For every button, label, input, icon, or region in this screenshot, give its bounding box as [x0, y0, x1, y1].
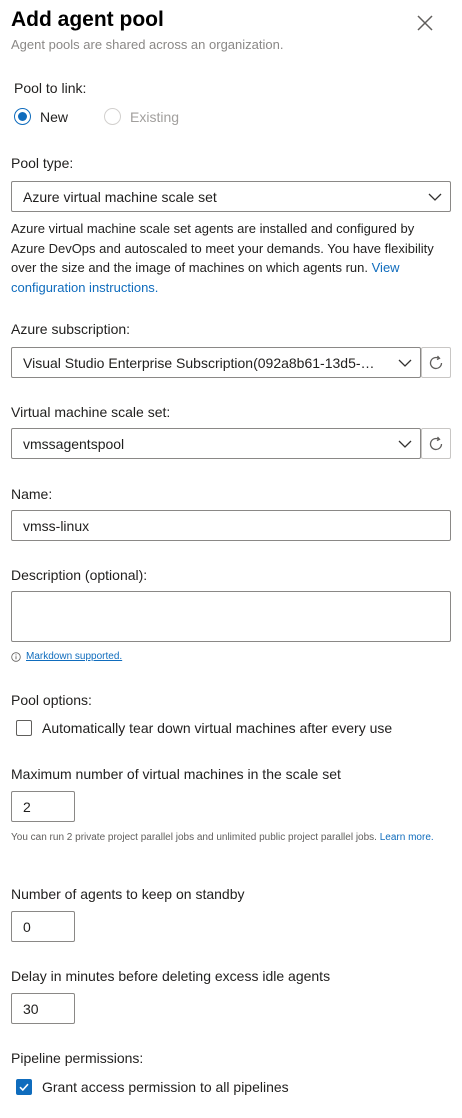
- delay-input[interactable]: 30: [11, 993, 75, 1024]
- chevron-down-icon: [390, 348, 420, 377]
- grant-access-checkbox[interactable]: Grant access permission to all pipelines: [16, 1079, 289, 1095]
- subscription-refresh-button[interactable]: [421, 347, 451, 378]
- subscription-label: Azure subscription:: [11, 321, 131, 337]
- refresh-icon: [429, 355, 443, 369]
- grant-access-label: Grant access permission to all pipelines: [42, 1079, 289, 1095]
- radio-existing[interactable]: Existing: [104, 108, 179, 125]
- markdown-hint: Markdown supported.: [11, 651, 122, 662]
- max-vms-input[interactable]: 2: [11, 791, 75, 822]
- standby-input[interactable]: 0: [11, 911, 75, 942]
- radio-existing-indicator: [104, 108, 121, 125]
- pool-type-dropdown[interactable]: Azure virtual machine scale set: [11, 181, 451, 212]
- standby-value: 0: [23, 918, 31, 935]
- markdown-supported-link[interactable]: Markdown supported.: [26, 651, 122, 662]
- pool-type-value: Azure virtual machine scale set: [23, 188, 217, 205]
- scale-set-dropdown[interactable]: vmssagentspool: [11, 428, 421, 459]
- radio-existing-label: Existing: [130, 108, 180, 125]
- pipeline-permissions-label: Pipeline permissions:: [11, 1050, 144, 1066]
- info-icon: [11, 651, 21, 662]
- teardown-checkbox-box: [16, 720, 32, 736]
- max-vms-value: 2: [23, 798, 31, 815]
- checkmark-icon: [19, 1083, 29, 1092]
- teardown-label: Automatically tear down virtual machines…: [42, 720, 393, 736]
- chevron-down-icon: [420, 182, 450, 211]
- refresh-icon: [429, 436, 443, 450]
- radio-new-label: New: [40, 108, 69, 125]
- close-icon: [417, 15, 433, 31]
- pool-to-link-label: Pool to link:: [14, 80, 87, 96]
- scale-set-value: vmssagentspool: [23, 435, 125, 452]
- radio-new-indicator: [14, 108, 31, 125]
- name-value: vmss-linux: [23, 517, 90, 534]
- scale-set-label: Virtual machine scale set:: [11, 404, 171, 420]
- radio-new[interactable]: New: [14, 108, 68, 125]
- max-vms-label: Maximum number of virtual machines in th…: [11, 766, 341, 782]
- pool-type-label: Pool type:: [11, 155, 74, 171]
- panel-title: Add agent pool: [11, 8, 164, 31]
- panel-subtitle: Agent pools are shared across an organiz…: [11, 37, 284, 52]
- subscription-dropdown[interactable]: Visual Studio Enterprise Subscription(09…: [11, 347, 421, 378]
- learn-more-link[interactable]: Learn more.: [380, 832, 434, 843]
- scale-set-refresh-button[interactable]: [421, 428, 451, 459]
- add-agent-pool-panel: Add agent pool Agent pools are shared ac…: [0, 0, 462, 1118]
- chevron-down-icon: [390, 429, 420, 458]
- name-label: Name:: [11, 486, 53, 502]
- close-button[interactable]: [414, 12, 436, 34]
- description-textarea[interactable]: [11, 591, 451, 642]
- delay-label: Delay in minutes before deleting excess …: [11, 968, 331, 984]
- name-input[interactable]: vmss-linux: [11, 510, 451, 541]
- description-label: Description (optional):: [11, 567, 148, 583]
- teardown-checkbox[interactable]: Automatically tear down virtual machines…: [16, 720, 392, 736]
- delay-value: 30: [23, 1000, 39, 1017]
- pool-options-label: Pool options:: [11, 692, 92, 708]
- grant-access-checkbox-box: [16, 1079, 32, 1095]
- standby-label: Number of agents to keep on standby: [11, 886, 245, 902]
- parallel-jobs-note: You can run 2 private project parallel j…: [11, 832, 434, 843]
- pool-type-description: Azure virtual machine scale set agents a…: [11, 221, 434, 295]
- subscription-value: Visual Studio Enterprise Subscription(09…: [23, 354, 390, 371]
